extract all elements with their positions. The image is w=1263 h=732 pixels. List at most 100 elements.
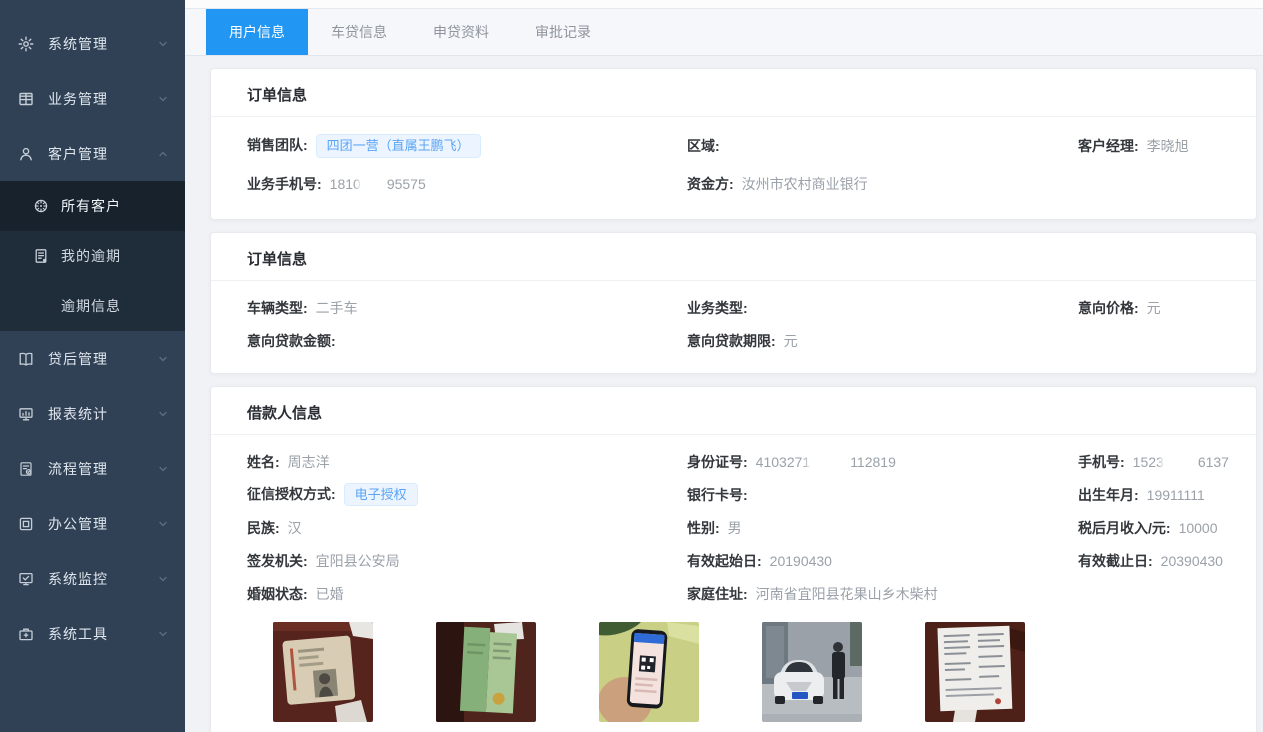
toolbox-icon: [18, 626, 34, 642]
photo-green-book-photo[interactable]: 登记证照片: [436, 622, 536, 732]
field-bank-card: 银行卡号:: [687, 485, 1078, 505]
field-row: 业务手机号:181095575资金方: 汝州市农村商业银行: [247, 165, 1220, 203]
grid-icon: [18, 91, 34, 107]
sidebar-item-report-statistics[interactable]: 报表统计: [0, 386, 185, 441]
wheel-icon: [33, 198, 49, 214]
chevron-down-icon: [157, 628, 169, 640]
office-icon: [18, 516, 34, 532]
content-area: 订单信息销售团队: 四团一营（直属王鹏飞） 区域:客户经理: 李晓旭业务手机号:181…: [185, 56, 1263, 732]
field-name: 姓名:周志洋: [247, 452, 687, 472]
field-value: 4103271112819: [756, 454, 896, 470]
field-label: 身份证号:: [687, 454, 748, 470]
field-value: 20190430: [770, 553, 832, 569]
sidebar-item-label: 贷后管理: [48, 349, 157, 369]
sidebar-item-label: 系统管理: [48, 34, 157, 54]
field-ethnicity: 民族:汉: [247, 518, 687, 538]
top-strip: [185, 0, 1263, 9]
field-label: 婚姻状态:: [247, 586, 308, 602]
sidebar-item-label: 系统工具: [48, 624, 157, 644]
card-body: 销售团队: 四团一营（直属王鹏飞） 区域:客户经理: 李晓旭业务手机号:1810955…: [211, 117, 1256, 219]
field-intent-price: 意向价格: 元: [1078, 298, 1220, 318]
field-label: 姓名:: [247, 454, 280, 470]
field-business-phone: 业务手机号:181095575: [247, 174, 687, 194]
field-value: 汝州市农村商业银行: [742, 176, 868, 192]
chevron-down-icon: [157, 93, 169, 105]
field-region: 区域:: [687, 136, 1078, 156]
card-borrower-info: 借款人信息姓名:周志洋身份证号: 4103271112819 手机号:1523613…: [210, 386, 1257, 732]
sidebar-submenu: 所有客户我的逾期逾期信息: [0, 181, 185, 331]
field-label: 有效截止日:: [1078, 553, 1153, 569]
sidebar-item-business-management[interactable]: 业务管理: [0, 71, 185, 126]
field-label: 业务类型:: [687, 300, 748, 316]
tag-sales-team[interactable]: 四团一营（直属王鹏飞）: [316, 134, 481, 158]
field-mobile: 手机号:15236137: [1078, 452, 1229, 472]
sidebar-item-office-management[interactable]: 办公管理: [0, 496, 185, 551]
sidebar-item-overdue-info[interactable]: 逾期信息: [0, 281, 185, 331]
sidebar-item-customer-management[interactable]: 客户管理: [0, 126, 185, 181]
field-vehicle-type: 车辆类型:二手车: [247, 298, 687, 318]
field-sales-team: 销售团队: 四团一营（直属王鹏飞）: [247, 134, 687, 158]
chevron-down-icon: [157, 573, 169, 585]
field-value: 李晓旭: [1147, 138, 1189, 154]
chevron-down-icon: [157, 408, 169, 420]
field-funder: 资金方: 汝州市农村商业银行: [687, 174, 1078, 194]
field-value: 宜阳县公安局: [316, 553, 400, 569]
field-issuing-authority: 签发机关: 宜阳县公安局: [247, 551, 687, 571]
field-value: 19911111: [1147, 487, 1205, 503]
tab-approval-records[interactable]: 审批记录: [512, 9, 614, 55]
photo-paper-doc-photo[interactable]: 其他材料: [925, 622, 1025, 732]
masked-segment: [1164, 454, 1198, 469]
tag-credit-auth-method[interactable]: 电子授权: [344, 483, 418, 507]
field-label: 客户经理:: [1078, 138, 1139, 154]
photo-phone-auth-photo[interactable]: 授权截图: [599, 622, 699, 732]
sidebar-item-system-tools[interactable]: 系统工具: [0, 606, 185, 661]
gear-icon: [18, 36, 34, 52]
card-order-info-2: 订单信息车辆类型:二手车业务类型:意向价格:元意向贷款金额:意向贷款期限:元: [210, 232, 1257, 374]
field-row: 婚姻状态:已婚家庭住址:河南省宜阳县花果山乡木柴村: [247, 577, 1220, 610]
chevron-down-icon: [157, 38, 169, 50]
sidebar-item-label: 所有客户: [61, 196, 169, 216]
field-label: 销售团队:: [247, 137, 308, 153]
card-title: 订单信息: [211, 69, 1256, 117]
sidebar-item-all-customers[interactable]: 所有客户: [0, 181, 185, 231]
field-label: 资金方:: [687, 176, 734, 192]
field-value: 男: [728, 520, 742, 536]
field-gender: 性别:男: [687, 518, 1078, 538]
sidebar-item-process-management[interactable]: 流程管理: [0, 441, 185, 496]
sidebar-item-system-monitor[interactable]: 系统监控: [0, 551, 185, 606]
sidebar-item-label: 逾期信息: [61, 296, 169, 316]
card-body: 车辆类型:二手车业务类型:意向价格:元意向贷款金额:意向贷款期限:元: [211, 281, 1256, 373]
card-title: 借款人信息: [211, 387, 1256, 435]
field-marital-status: 婚姻状态:已婚: [247, 584, 687, 604]
masked-segment: [810, 454, 850, 469]
photo-car-person-photo[interactable]: 人车照: [762, 622, 862, 732]
sidebar-item-post-loan-management[interactable]: 贷后管理: [0, 331, 185, 386]
field-label: 税后月收入/元:: [1078, 520, 1171, 536]
field-label: 签发机关:: [247, 553, 308, 569]
field-label: 业务手机号:: [247, 176, 322, 192]
chevron-down-icon: [157, 518, 169, 530]
field-label: 意向价格:: [1078, 300, 1139, 316]
field-value: 元: [1147, 300, 1161, 316]
field-row: 民族:汉性别:男税后月收入/元:10000: [247, 511, 1220, 544]
photo-id-card-photo[interactable]: 身份证: [273, 622, 373, 732]
sidebar-item-system-management[interactable]: 系统管理: [0, 16, 185, 71]
field-value: 20390430: [1161, 553, 1223, 569]
field-row: 姓名:周志洋身份证号:4103271112819手机号:15236137: [247, 445, 1220, 478]
field-label: 征信授权方式:: [247, 486, 336, 502]
photo-gallery: 身份证登记证照片授权截图人车照其他材料: [247, 622, 1220, 732]
tab-bar: 用户信息车贷信息申贷资料审批记录: [185, 9, 1263, 56]
masked-segment: [361, 176, 387, 191]
field-intent-loan-amount: 意向贷款金额:: [247, 331, 687, 351]
tab-car-loan-info[interactable]: 车贷信息: [308, 9, 410, 55]
green-book-photo-image: [436, 622, 536, 722]
main-area: 用户信息车贷信息申贷资料审批记录 订单信息销售团队: 四团一营（直属王鹏飞） 区域:…: [185, 0, 1263, 732]
sidebar-item-my-overdue[interactable]: 我的逾期: [0, 231, 185, 281]
tab-user-info[interactable]: 用户信息: [206, 9, 308, 55]
id-card-photo-image: [273, 622, 373, 722]
field-id-number: 身份证号: 4103271112819: [687, 452, 1078, 472]
field-label: 民族:: [247, 520, 280, 536]
field-value: 河南省宜阳县花果山乡木柴村: [756, 586, 938, 602]
field-business-type: 业务类型:: [687, 298, 1078, 318]
tab-loan-application-docs[interactable]: 申贷资料: [410, 9, 512, 55]
